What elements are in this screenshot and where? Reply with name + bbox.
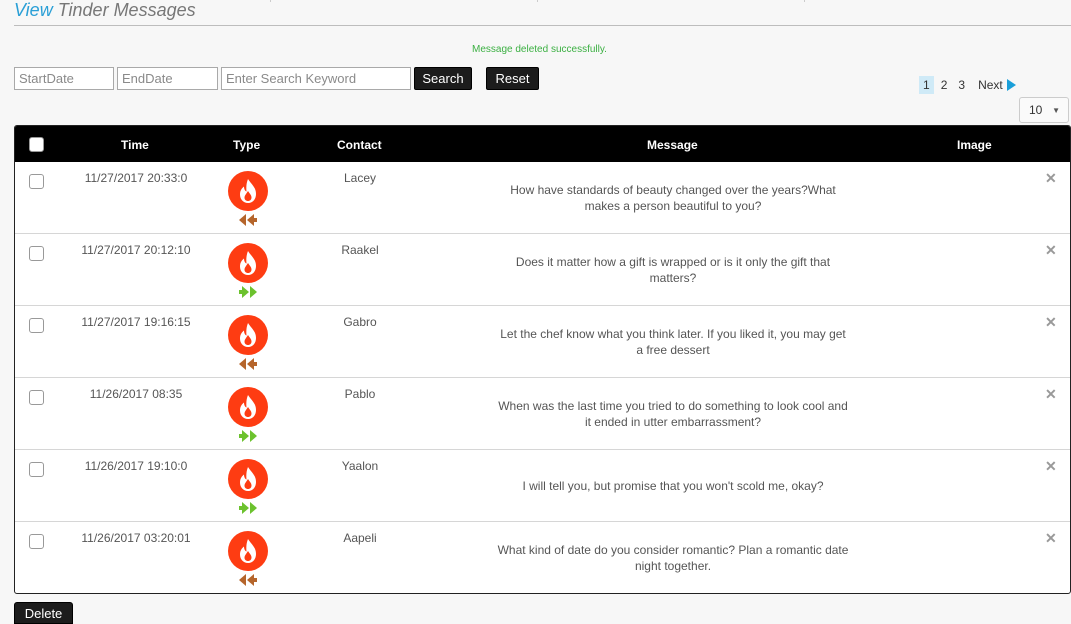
tinder-flame-icon (228, 171, 268, 211)
row-checkbox[interactable] (29, 390, 44, 405)
delete-button[interactable]: Delete (14, 602, 73, 624)
row-contact: Raakel (341, 243, 379, 257)
row-checkbox[interactable] (29, 174, 44, 189)
row-message-text: How have standards of beauty changed ove… (510, 183, 836, 213)
tinder-flame-icon (228, 459, 268, 499)
row-message-text: Let the chef know what you think later. … (500, 327, 846, 357)
header-contact: Contact (337, 138, 382, 152)
success-message: Message deleted successfully. (472, 44, 607, 55)
tinder-flame-icon (228, 531, 268, 571)
row-message-text: Does it matter how a gift is wrapped or … (515, 255, 831, 285)
end-date-input[interactable] (117, 67, 218, 90)
search-button[interactable]: Search (414, 67, 472, 90)
row-message: What kind of date do you consider romant… (435, 522, 911, 593)
row-time: 11/27/2017 20:12:10 (81, 243, 191, 257)
table-body: 11/27/2017 20:33:0 Lacey How have standard… (15, 162, 1070, 593)
table-row: 11/27/2017 20:33:0 Lacey How have standard… (15, 162, 1070, 234)
row-message-text: When was the last time you tried to do s… (498, 399, 848, 429)
row-message: Does it matter how a gift is wrapped or … (435, 234, 911, 306)
header-image: Image (957, 138, 992, 152)
row-message: Let the chef know what you think later. … (435, 306, 911, 378)
reset-button[interactable]: Reset (486, 67, 539, 90)
double-arrow-left-icon (228, 358, 257, 373)
next-label: Next (978, 78, 1003, 92)
row-message-text: What kind of date do you consider romant… (497, 543, 849, 573)
row-message: I will tell you, but promise that you wo… (435, 450, 911, 522)
divider-tick (537, 0, 538, 2)
table-row: 11/27/2017 19:16:15 Gabro Let the chef kno… (15, 306, 1070, 378)
table-row: 11/26/2017 03:20:01 Aapeli What kind of da… (15, 522, 1070, 593)
row-time: 11/26/2017 03:20:01 (81, 531, 191, 545)
table-row: 11/26/2017 19:10:0 Yaalon I will tell you,… (15, 450, 1070, 522)
table-row: 11/26/2017 08:35 Pablo When was the last t… (15, 378, 1070, 450)
row-contact: Pablo (344, 387, 376, 401)
double-arrow-right-icon (228, 430, 257, 445)
start-date-input[interactable] (14, 67, 114, 90)
close-x-icon[interactable]: ✕ (1045, 458, 1057, 475)
title-divider (14, 25, 1071, 26)
close-x-icon[interactable]: ✕ (1045, 386, 1057, 403)
page-link-3[interactable]: 3 (954, 76, 969, 94)
row-contact: Aapeli (343, 531, 377, 545)
close-x-icon[interactable]: ✕ (1045, 530, 1057, 547)
close-x-icon[interactable]: ✕ (1045, 314, 1057, 331)
chevron-down-icon: ▼ (1052, 106, 1060, 115)
header-message: Message (647, 138, 698, 152)
next-page-link[interactable]: Next (978, 78, 1016, 92)
row-message: How have standards of beauty changed ove… (435, 162, 911, 234)
tinder-flame-icon (228, 315, 268, 355)
row-message-text: I will tell you, but promise that you wo… (522, 479, 824, 493)
row-time: 11/27/2017 19:16:15 (81, 315, 191, 329)
header-type: Type (233, 138, 261, 152)
double-arrow-right-icon (228, 286, 257, 301)
close-x-icon[interactable]: ✕ (1045, 242, 1057, 259)
row-checkbox[interactable] (29, 462, 44, 477)
table-header: Time Type Contact Message Image (15, 126, 1070, 162)
row-type (228, 459, 268, 517)
row-type (228, 315, 268, 373)
tinder-flame-icon (228, 387, 268, 427)
pagination: 1 2 3 Next (919, 76, 1016, 94)
row-message: When was the last time you tried to do s… (435, 378, 911, 450)
row-time: 11/26/2017 19:10:0 (84, 459, 188, 473)
row-type (228, 243, 268, 301)
row-contact: Lacey (343, 171, 377, 185)
messages-table: Time Type Contact Message Image 11/27/20… (14, 125, 1071, 594)
tinder-flame-icon (228, 243, 268, 283)
table-row: 11/27/2017 20:12:10 Raakel Does it matter … (15, 234, 1070, 306)
divider-tick (270, 0, 271, 2)
next-arrow-icon (1006, 79, 1016, 91)
per-page-value: 10 (1029, 103, 1043, 117)
row-contact: Gabro (343, 315, 377, 329)
divider-tick (804, 0, 805, 2)
header-time: Time (121, 138, 149, 152)
row-checkbox[interactable] (29, 318, 44, 333)
row-checkbox[interactable] (29, 534, 44, 549)
row-time: 11/26/2017 08:35 (89, 387, 183, 401)
row-type (228, 171, 268, 229)
row-time: 11/27/2017 20:33:0 (84, 171, 188, 185)
row-type (228, 531, 268, 589)
per-page-select[interactable]: 10 ▼ (1019, 97, 1069, 123)
search-input[interactable] (221, 67, 411, 90)
row-checkbox[interactable] (29, 246, 44, 261)
double-arrow-left-icon (228, 574, 257, 589)
row-type (228, 387, 268, 445)
close-x-icon[interactable]: ✕ (1045, 170, 1057, 187)
select-all-checkbox[interactable] (29, 137, 44, 152)
double-arrow-right-icon (228, 502, 257, 517)
page-title-rest: Tinder Messages (52, 0, 196, 20)
double-arrow-left-icon (228, 214, 257, 229)
page-title: View Tinder Messages (14, 0, 196, 21)
page-link-1[interactable]: 1 (919, 76, 934, 94)
page-title-accent: View (14, 0, 53, 20)
page-link-2[interactable]: 2 (937, 76, 952, 94)
row-contact: Yaalon (341, 459, 379, 473)
